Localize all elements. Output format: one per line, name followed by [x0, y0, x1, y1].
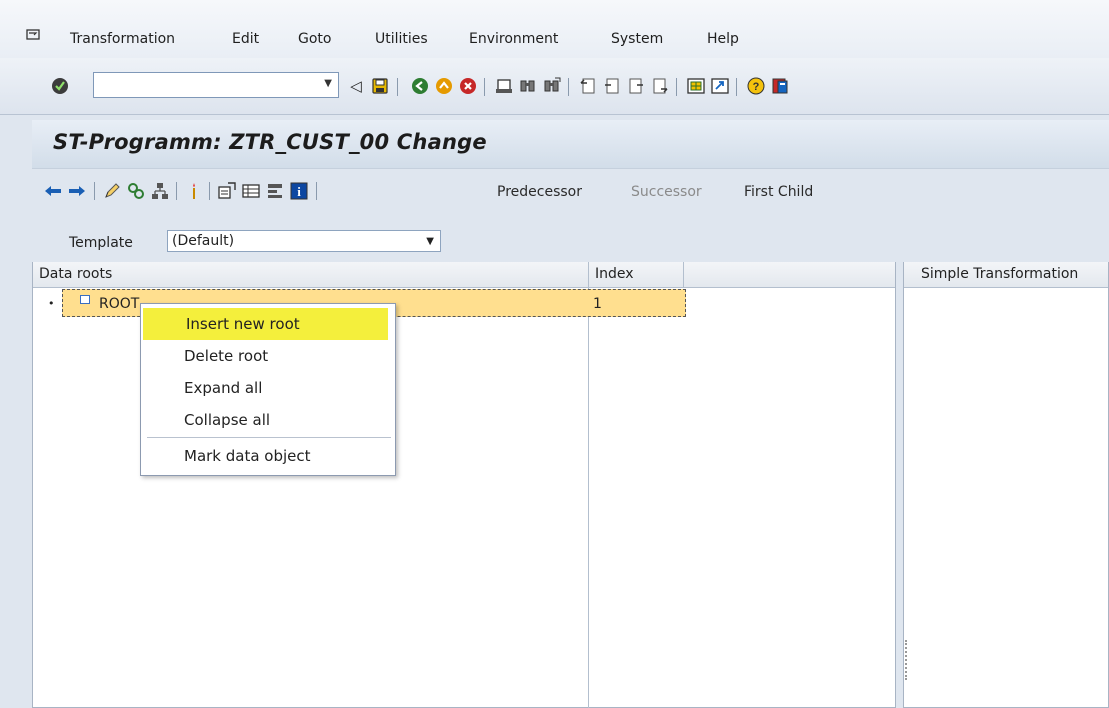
activate-icon[interactable]: [185, 182, 203, 200]
svg-text:?: ?: [753, 81, 760, 93]
simple-transformation-panel: [903, 262, 1109, 708]
template-value: (Default): [172, 233, 235, 249]
page-title: ST-Programm: ZTR_CUST_00 Change: [53, 130, 487, 154]
print-icon[interactable]: [494, 76, 514, 96]
menu-bar: [0, 0, 1109, 58]
layout-icon[interactable]: [266, 182, 284, 200]
template-select[interactable]: (Default) ▼: [167, 230, 441, 252]
svg-text:i: i: [297, 184, 301, 199]
exit-icon[interactable]: [434, 76, 454, 96]
next-page-icon[interactable]: [626, 76, 646, 96]
window-menu-icon[interactable]: [26, 28, 42, 44]
first-page-icon[interactable]: [578, 76, 598, 96]
root-node-icon: [80, 295, 90, 304]
menu-help[interactable]: Help: [707, 31, 739, 47]
template-label: Template: [69, 235, 133, 251]
menu-mark-data-object[interactable]: Mark data object: [141, 440, 395, 472]
context-menu: Insert new root Delete root Expand all C…: [140, 303, 396, 476]
tree-bullet-icon: •: [48, 297, 55, 310]
menu-delete-root[interactable]: Delete root: [141, 340, 395, 372]
cancel-icon[interactable]: [458, 76, 478, 96]
create-session-icon[interactable]: [686, 76, 706, 96]
first-child-button[interactable]: First Child: [744, 184, 813, 200]
menu-system[interactable]: System: [611, 31, 663, 47]
shortcut-icon[interactable]: [710, 76, 730, 96]
column-header-simple-transformation[interactable]: Simple Transformation: [904, 262, 1108, 288]
previous-page-icon[interactable]: [602, 76, 622, 96]
chevron-down-icon[interactable]: ▼: [426, 232, 434, 252]
successor-button[interactable]: Successor: [631, 184, 702, 200]
information-icon[interactable]: i: [290, 182, 308, 200]
splitter-grip[interactable]: [905, 640, 909, 680]
back-arrow-icon[interactable]: ◁: [346, 76, 366, 96]
menu-expand-all[interactable]: Expand all: [141, 372, 395, 404]
tree-node-label[interactable]: ROOT: [99, 296, 139, 312]
back-icon[interactable]: [410, 76, 430, 96]
edit-pencil-icon[interactable]: [103, 182, 121, 200]
find-icon[interactable]: [518, 76, 538, 96]
column-header-index[interactable]: Index: [589, 262, 683, 288]
hierarchy-icon[interactable]: [151, 182, 169, 200]
chevron-down-icon[interactable]: ▼: [324, 78, 332, 89]
predecessor-button[interactable]: Predecessor: [497, 184, 582, 200]
column-header-empty: [684, 262, 895, 288]
forward-navigation-icon[interactable]: [68, 182, 86, 200]
find-next-icon[interactable]: [542, 76, 562, 96]
enter-check-icon[interactable]: [50, 76, 70, 96]
column-divider: [683, 262, 684, 288]
where-used-icon[interactable]: [127, 182, 145, 200]
menu-goto[interactable]: Goto: [298, 31, 331, 47]
tree-node-index: 1: [593, 296, 602, 312]
menu-collapse-all[interactable]: Collapse all: [141, 404, 395, 436]
last-page-icon[interactable]: [650, 76, 670, 96]
menu-environment[interactable]: Environment: [469, 31, 558, 47]
save-icon[interactable]: [370, 76, 390, 96]
menu-separator: [147, 437, 391, 438]
menu-insert-new-root[interactable]: Insert new root: [143, 308, 388, 340]
customize-layout-icon[interactable]: [770, 76, 790, 96]
table-icon[interactable]: [242, 182, 260, 200]
display-object-list-icon[interactable]: [218, 182, 236, 200]
back-navigation-icon[interactable]: [44, 182, 62, 200]
help-icon[interactable]: ?: [746, 76, 766, 96]
menu-edit[interactable]: Edit: [232, 31, 259, 47]
menu-transformation[interactable]: Transformation: [70, 31, 175, 47]
command-field[interactable]: ▼: [93, 72, 339, 98]
column-divider: [588, 262, 589, 708]
menu-utilities[interactable]: Utilities: [375, 31, 428, 47]
column-header-data-roots[interactable]: Data roots: [33, 262, 588, 288]
